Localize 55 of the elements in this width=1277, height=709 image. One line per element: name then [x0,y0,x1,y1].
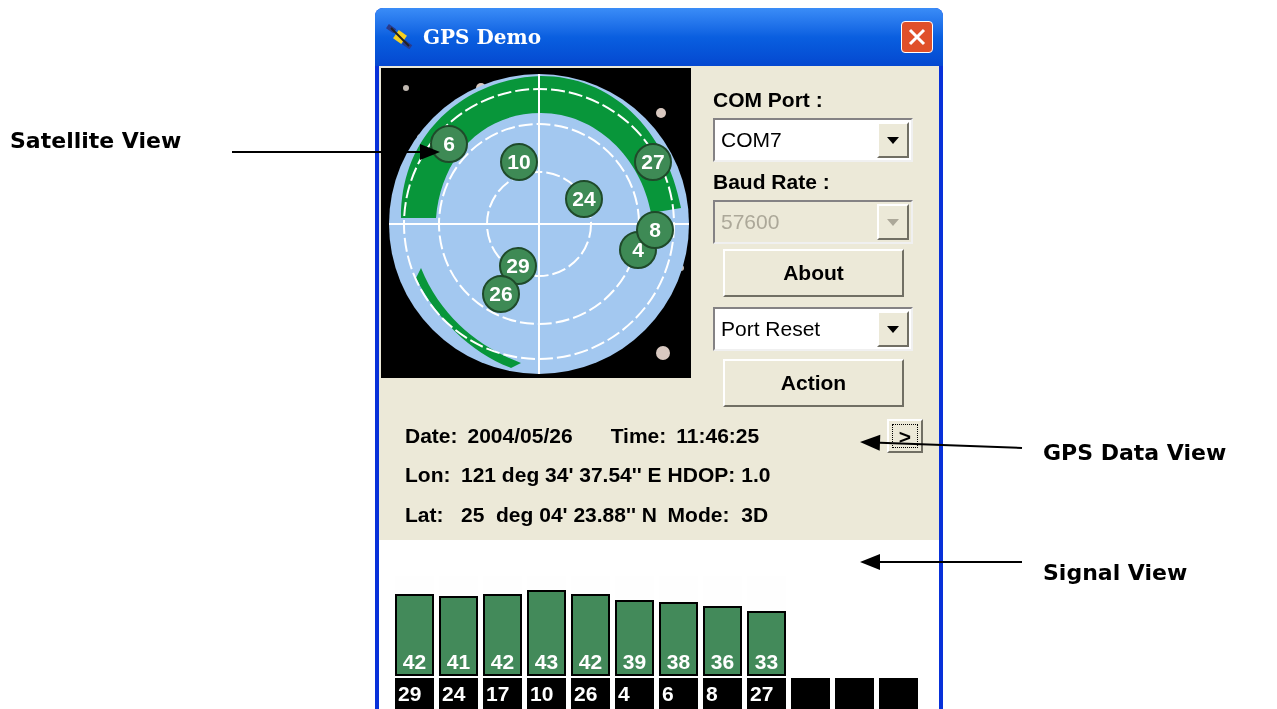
signal-bar: 41 [439,596,478,676]
hdop-value: 1.0 [741,462,772,488]
time-label: Time: [610,423,667,450]
satellite-id-label: 27 [747,678,786,709]
satellite-id-label: 24 [439,678,478,709]
signal-bar: 43 [527,590,566,676]
empty-channel-slot [791,678,830,709]
lon-label: Lon: [405,462,452,488]
close-icon [908,28,926,46]
satellite-id-label: 8 [703,678,742,709]
empty-channel-slot [835,678,874,709]
signal-bar: 42 [571,594,610,676]
dropdown-button[interactable] [877,122,909,158]
signal-bar: 42 [395,594,434,676]
dropdown-select[interactable]: COM7 [713,118,913,162]
dropdown-arrow-icon [887,325,899,333]
date-value: 2004/05/26 [467,423,573,450]
push-button[interactable]: Action [723,359,904,407]
annotation-label: Signal View [1043,559,1188,587]
select-value: COM7 [720,127,783,154]
close-button[interactable] [901,21,933,53]
signal-bar: 42 [483,594,522,676]
satellite-id-label: 29 [395,678,434,709]
signal-bar: 33 [747,611,786,676]
lat-label: Lat: [405,501,445,528]
signal-bar: 36 [703,606,742,676]
satellite-id-label: 26 [571,678,610,709]
satellite-id-label: 17 [483,678,522,709]
push-button[interactable]: About [723,249,904,297]
hdop-label: HDOP: [667,462,736,488]
signal-bar: 39 [615,600,654,676]
dropdown-button[interactable] [877,311,909,347]
baud-rate-label: Baud Rate : [713,169,831,195]
date-label: Date: [405,423,458,450]
satellite-id-label: 6 [659,678,698,709]
toggle-button[interactable]: > [887,419,923,453]
mode-label: Mode: [667,501,731,528]
satellite-id-label: 10 [527,678,566,709]
satellite-icon [385,22,415,52]
mode-value: 3D [741,501,770,528]
lat-value: 25 deg 04' 23.88'' N [461,501,658,528]
dropdown-arrow-icon [887,136,899,144]
com-port-label: COM Port : [713,87,824,113]
annotation-label: Satellite View [10,127,182,155]
dropdown-select[interactable]: Port Reset [713,307,913,351]
annotation-label: GPS Data View [1043,439,1227,467]
signal-bar: 38 [659,602,698,676]
satellite-id-label: 4 [615,678,654,709]
lon-value: 121 deg 34' 37.54'' E [461,462,662,488]
dropdown-arrow-icon [887,218,899,226]
select-value: Port Reset [720,316,822,343]
time-value: 11:46:25 [676,423,760,450]
select-value: 57600 [720,209,781,236]
empty-channel-slot [879,678,918,709]
window-title: GPS Demo [423,24,542,51]
